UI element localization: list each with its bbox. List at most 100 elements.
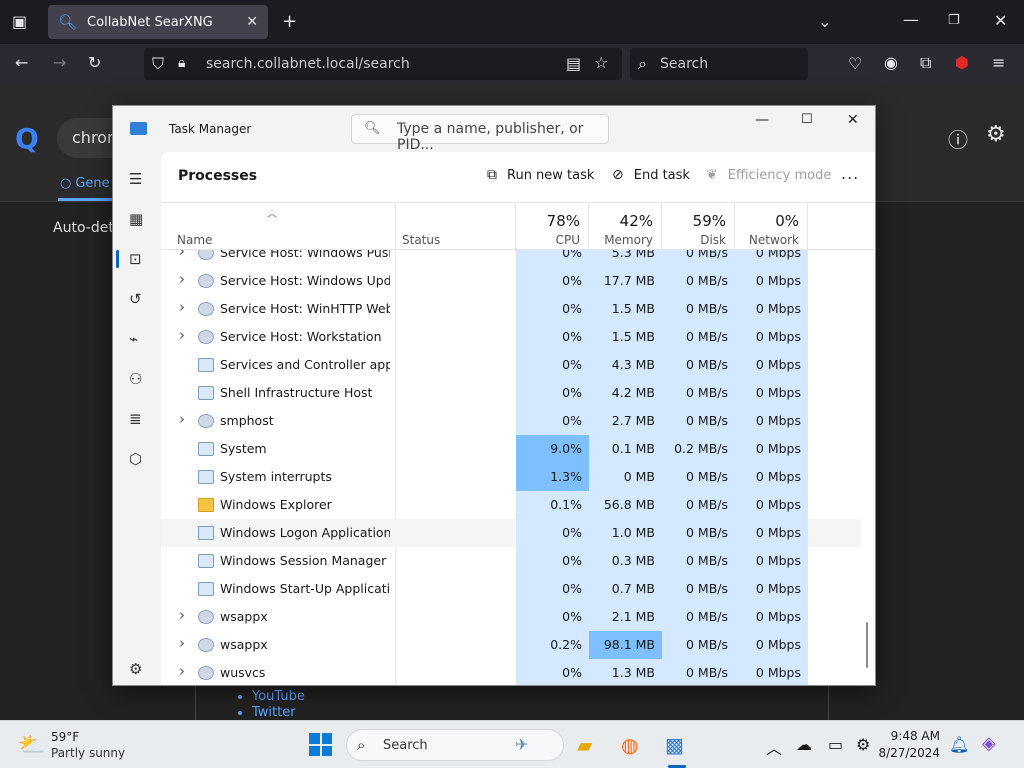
minimize-icon[interactable]: —	[755, 112, 769, 128]
pocket-icon[interactable]: ♡	[848, 56, 862, 72]
close-icon[interactable]: ✕	[847, 112, 859, 128]
table-row[interactable]: Services and Controller app 0% 4.3 MB 0 MB/…	[161, 351, 861, 379]
file-explorer-icon[interactable]: ▰	[577, 733, 592, 757]
efficiency-mode-button[interactable]: ❦ Efficiency mode	[706, 167, 831, 183]
info-icon[interactable]: ⓘ	[948, 124, 968, 153]
expand-chevron-icon[interactable]: ›	[179, 270, 185, 288]
display-icon[interactable]: ▭	[828, 735, 843, 754]
settings-gear-icon[interactable]: ⚙	[129, 660, 142, 678]
app-window-icon	[198, 554, 214, 568]
column-network[interactable]: 0% Network	[735, 203, 808, 251]
end-task-button[interactable]: ⊘ End task	[612, 167, 690, 183]
tab-list-icon[interactable]: ▣	[12, 14, 27, 30]
taskbar-search-box[interactable]: ⌕ Search ✈	[346, 729, 564, 761]
url-text[interactable]: search.collabnet.local/search	[206, 56, 410, 72]
new-tab-icon[interactable]: +	[282, 13, 297, 31]
expand-chevron-icon[interactable]: ›	[179, 250, 185, 260]
searxng-logo-icon[interactable]: Q	[15, 122, 39, 155]
restore-icon[interactable]: ❐	[948, 14, 960, 27]
url-bar[interactable]: ⛉ 🔒︎ search.collabnet.local/search ▤ ☆	[144, 48, 622, 80]
processes-icon[interactable]: ▦	[129, 210, 143, 228]
network-settings-icon[interactable]: ⚙	[856, 735, 870, 754]
hamburger-menu-icon[interactable]: ☰	[129, 170, 142, 188]
expand-chevron-icon[interactable]: ›	[179, 410, 185, 428]
chevron-down-icon[interactable]: ⌄	[818, 14, 831, 30]
service-gear-icon	[198, 666, 214, 680]
column-memory[interactable]: 42% Memory	[589, 203, 662, 251]
task-manager-taskbar-icon[interactable]: ▩	[665, 733, 684, 757]
minimize-icon[interactable]: —	[903, 12, 919, 28]
clock-time[interactable]: 9:48 AM	[880, 729, 940, 743]
weather-temp[interactable]: 59°F	[51, 730, 79, 744]
process-search-input[interactable]: 🔍︎ Type a name, publisher, or PID...	[351, 114, 609, 153]
expand-chevron-icon[interactable]: ›	[179, 662, 185, 680]
bookmark-star-icon[interactable]: ☆	[594, 55, 608, 71]
notification-bell-icon[interactable]: 🔔︎	[949, 735, 969, 754]
table-row[interactable]: ›Service Host: Windows Update0%17.7 MB0 …	[161, 267, 861, 295]
back-icon[interactable]: ←	[15, 55, 28, 71]
weather-desc[interactable]: Partly sunny	[51, 746, 125, 760]
copilot-icon[interactable]: ◈	[982, 733, 996, 754]
firefox-icon[interactable]: ◍	[621, 733, 638, 757]
expand-chevron-icon[interactable]: ›	[179, 298, 185, 316]
process-name: Service Host: Workstation	[220, 329, 382, 344]
close-window-icon[interactable]: ✕	[994, 13, 1007, 29]
menu-icon[interactable]: ≡	[992, 55, 1005, 71]
process-name: wsappx	[220, 609, 268, 624]
process-cpu-value: 0%	[516, 547, 589, 575]
users-icon[interactable]: ⚇	[129, 370, 142, 388]
extensions-icon[interactable]: ⧉	[920, 55, 931, 71]
table-row[interactable]: ›Service Host: WinHTTP Web P...0%1.5 MB0…	[161, 295, 861, 323]
lock-icon[interactable]: 🔒︎	[178, 56, 185, 70]
table-row[interactable]: › smphost 0% 2.7 MB 0 MB/s 0 Mbps	[161, 407, 861, 435]
link-youtube[interactable]: YouTube	[252, 689, 305, 705]
tab-searxng[interactable]: 🔍︎ CollabNet SearXNG ✕	[48, 5, 268, 39]
account-icon[interactable]: ◉	[884, 55, 898, 71]
details-icon[interactable]: ≣	[129, 410, 142, 428]
column-disk[interactable]: 59% Disk	[662, 203, 735, 251]
table-row[interactable]: System 9.0% 0.1 MB 0.2 MB/s 0 Mbps	[161, 435, 861, 463]
table-row[interactable]: › wusvcs 0% 1.3 MB 0 MB/s 0 Mbps	[161, 659, 861, 685]
expand-chevron-icon[interactable]: ›	[179, 634, 185, 652]
vertical-scrollbar[interactable]	[866, 622, 868, 668]
column-name[interactable]: Name	[161, 203, 396, 251]
table-row[interactable]: › Service Host: Workstation 0% 1.5 MB 0 MB/s…	[161, 323, 861, 351]
gear-icon[interactable]: ⚙	[986, 122, 1006, 147]
table-row[interactable]: ›Service Host: Windows Push ...0%5.3 MB0…	[161, 250, 861, 267]
tab-general[interactable]: ○ Gene	[60, 176, 110, 191]
column-status[interactable]: Status	[396, 203, 516, 251]
clock-date[interactable]: 8/27/2024	[870, 746, 940, 760]
table-row[interactable]: › wsappx 0.2% 98.1 MB 0 MB/s 0 Mbps	[161, 631, 861, 659]
table-row[interactable]: Windows Start-Up Application 0% 0.7 MB 0 MB…	[161, 575, 861, 603]
startup-apps-icon[interactable]: ⌁	[129, 330, 138, 348]
expand-chevron-icon[interactable]: ›	[179, 606, 185, 624]
end-task-label: End task	[633, 168, 690, 183]
table-row[interactable]: Shell Infrastructure Host 0% 4.2 MB 0 MB/s 0…	[161, 379, 861, 407]
forward-icon[interactable]: →	[53, 55, 66, 71]
more-options-icon[interactable]: ...	[841, 164, 859, 183]
cloud-offline-icon[interactable]: ☁	[796, 735, 812, 754]
table-row[interactable]: › wsappx 0% 2.1 MB 0 MB/s 0 Mbps	[161, 603, 861, 631]
process-network-value: 0 Mbps	[735, 295, 808, 323]
reload-icon[interactable]: ↻	[88, 55, 101, 71]
table-row[interactable]: Windows Logon Application 0% 1.0 MB 0 MB/s 0…	[161, 519, 861, 547]
show-hidden-icons-icon[interactable]: ︿	[766, 735, 782, 759]
close-tab-icon[interactable]: ✕	[246, 14, 258, 30]
maximize-icon[interactable]: ☐	[801, 112, 813, 127]
run-new-task-button[interactable]: ⧉ Run new task	[487, 167, 594, 183]
table-row[interactable]: System interrupts 1.3% 0 MB 0 MB/s 0 Mbps	[161, 463, 861, 491]
link-twitter[interactable]: Twitter	[252, 705, 305, 721]
shield-icon[interactable]: ⛉	[152, 56, 164, 72]
column-cpu[interactable]: 78% CPU	[516, 203, 589, 251]
performance-icon[interactable]: ⊡	[129, 250, 142, 268]
partly-sunny-icon[interactable]: ⛅	[18, 733, 45, 758]
ublock-icon[interactable]: ⬢	[955, 55, 969, 71]
table-row[interactable]: Windows Session Manager 0% 0.3 MB 0 MB/s 0 M…	[161, 547, 861, 575]
expand-chevron-icon[interactable]: ›	[179, 326, 185, 344]
start-button-windows-icon[interactable]	[309, 733, 332, 756]
browser-search-box[interactable]: ⌕ Search	[630, 48, 808, 80]
app-history-icon[interactable]: ↺	[129, 290, 142, 308]
reader-view-icon[interactable]: ▤	[566, 56, 581, 72]
services-icon[interactable]: ⬡	[129, 450, 142, 468]
table-row[interactable]: Windows Explorer 0.1% 56.8 MB 0 MB/s 0 Mbps	[161, 491, 861, 519]
